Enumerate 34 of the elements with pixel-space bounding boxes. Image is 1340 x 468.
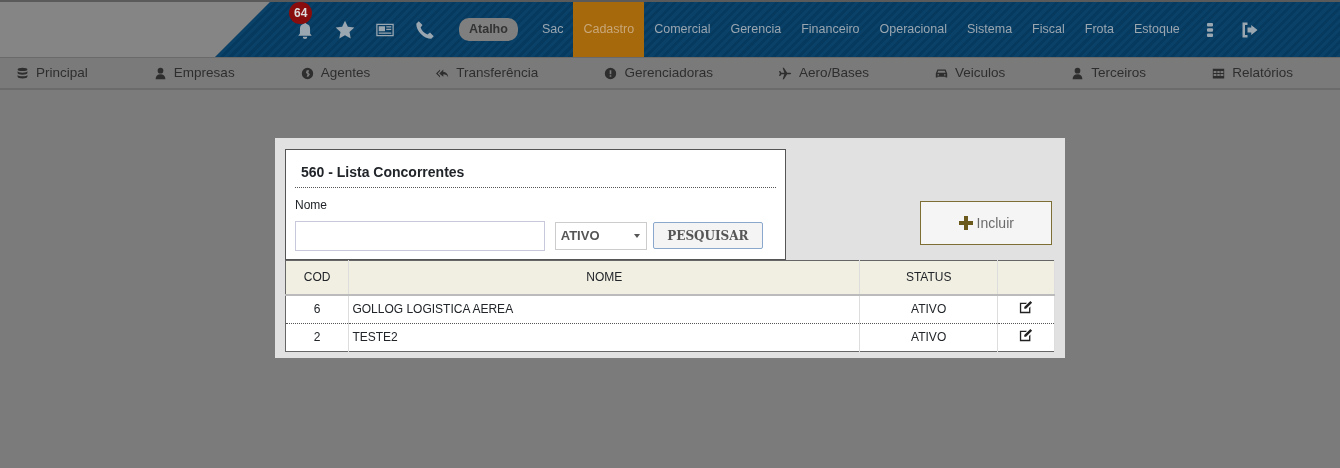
dialog-title: 560 - Lista Concorrentes	[295, 160, 776, 188]
nav-link[interactable]: Relatórios	[1212, 62, 1293, 84]
menu-item[interactable]: Sistema	[956, 2, 1023, 57]
nav-link[interactable]: Gerenciadoras	[604, 62, 714, 84]
menu-item[interactable]: Fiscal	[1022, 2, 1075, 57]
menu-item[interactable]: Comercial	[644, 2, 721, 57]
field-label: Nome	[295, 197, 328, 214]
table-cell: TESTE2	[348, 323, 860, 351]
nav-link[interactable]: Principal	[16, 62, 88, 84]
menu-item[interactable]: Financeiro	[791, 2, 870, 57]
search-button[interactable]: PESQUISAR	[653, 222, 763, 249]
column-header: COD	[285, 260, 349, 295]
table-cell: ATIVO	[860, 295, 998, 323]
table-cell: GOLLOG LOGISTICA AEREA	[348, 295, 860, 323]
notification-badge: 64	[289, 1, 313, 24]
nav-link[interactable]: Transferência	[436, 62, 539, 84]
nav-link[interactable]: Terceiros	[1071, 62, 1147, 84]
menu-item[interactable]: Frota	[1074, 2, 1124, 57]
menu-item[interactable]: Sac	[531, 2, 574, 57]
menu-item[interactable]: Operacional	[869, 2, 957, 57]
nav-link[interactable]: Agentes	[300, 62, 371, 84]
table-cell: 6	[285, 295, 349, 323]
nav-link[interactable]: Veiculos	[935, 62, 1006, 84]
column-header: STATUS	[860, 260, 998, 295]
shortcut-button[interactable]: Atalho	[459, 18, 518, 41]
add-button[interactable]: Incluir	[919, 201, 1052, 245]
column-header: NOME	[348, 260, 860, 295]
nav-link[interactable]: Empresas	[153, 62, 235, 84]
nav-link[interactable]: Aero/Bases	[779, 62, 869, 84]
menu-item[interactable]: Estoque	[1123, 2, 1190, 57]
menu-item[interactable]: Gerencia	[720, 2, 792, 57]
status-select[interactable]: ATIVO	[554, 221, 647, 250]
table-cell: ATIVO	[860, 323, 998, 351]
table-cell: 2	[285, 323, 349, 351]
